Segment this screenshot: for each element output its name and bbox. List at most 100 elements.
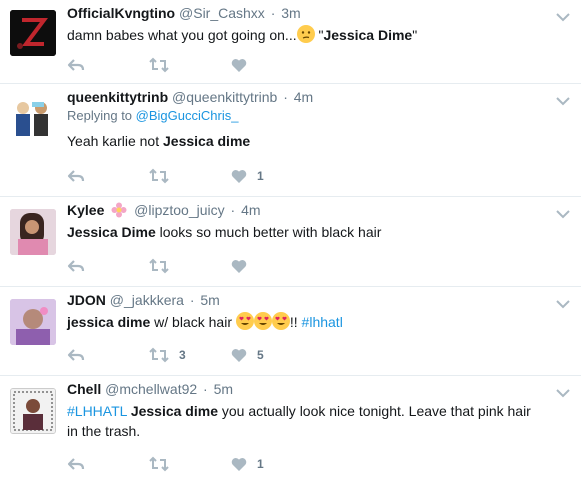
timestamp[interactable]: 5m (214, 381, 233, 397)
tweet-actions (67, 55, 267, 75)
reply-icon (67, 260, 85, 272)
tweet-text: jessica dime w/ black hair !! #lhhatl (67, 312, 545, 332)
retweet-button[interactable] (149, 55, 169, 75)
tweet-feed: OfficialKvngtino @Sir_Cashxx · 3m damn b… (0, 0, 581, 481)
tweet-actions (67, 256, 267, 276)
tweet-text: Yeah karlie not Jessica dime (67, 131, 545, 151)
retweet-icon (149, 258, 169, 274)
tweet-text: damn babes what you got going on... "Jes… (67, 25, 545, 45)
replying-to-handle[interactable]: @BigGucciChris_ (136, 108, 239, 123)
like-button[interactable]: 1 (231, 454, 264, 474)
tweet-header: JDON @_jakkkera · 5m (67, 291, 545, 309)
flower-icon (111, 202, 127, 218)
search-term: Jessica dime (130, 403, 218, 419)
username[interactable]: @_jakkkera (110, 292, 184, 308)
tweet-header: queenkittytrinb @queenkittytrinb · 4m (67, 88, 545, 106)
username[interactable]: @mchellwat92 (105, 381, 197, 397)
timestamp[interactable]: 5m (200, 292, 219, 308)
timestamp[interactable]: 4m (241, 202, 260, 218)
search-term: Jessica Dime (323, 27, 413, 43)
tweet-header: OfficialKvngtino @Sir_Cashxx · 3m (67, 4, 545, 22)
username[interactable]: @Sir_Cashxx (179, 5, 265, 21)
avatar[interactable] (10, 388, 56, 434)
text-segment: damn babes what you got going on... (67, 27, 297, 43)
display-name[interactable]: OfficialKvngtino (67, 5, 175, 21)
like-button[interactable]: 1 (231, 166, 264, 186)
chevron-down-icon[interactable] (555, 10, 571, 22)
reply-button[interactable] (67, 166, 85, 186)
avatar[interactable] (10, 209, 56, 255)
tweet-actions: 1 (67, 166, 287, 186)
display-name[interactable]: Kylee (67, 202, 104, 218)
search-term: jessica dime (67, 314, 151, 330)
like-count: 1 (257, 169, 264, 183)
like-button[interactable] (231, 55, 247, 75)
chevron-down-icon[interactable] (555, 386, 571, 398)
heart-eyes-icon (271, 312, 290, 330)
retweet-icon (149, 168, 169, 184)
tweet-actions: 3 5 (67, 345, 287, 365)
text-segment: !! (289, 314, 302, 330)
like-count: 5 (257, 348, 264, 362)
separator: · (203, 381, 208, 397)
like-button[interactable]: 5 (231, 345, 264, 365)
retweet-button[interactable] (149, 454, 169, 474)
retweet-count: 3 (179, 348, 186, 362)
reply-button[interactable] (67, 345, 85, 365)
reply-button[interactable] (67, 55, 85, 75)
heart-eyes-icon (235, 312, 254, 330)
display-name[interactable]: Chell (67, 381, 101, 397)
text-segment: w/ black hair (150, 314, 236, 330)
heart-icon (231, 259, 247, 273)
chevron-down-icon[interactable] (555, 94, 571, 106)
reply-button[interactable] (67, 256, 85, 276)
avatar[interactable] (10, 94, 56, 140)
separator: · (270, 5, 276, 21)
separator: · (283, 89, 288, 105)
timestamp[interactable]: 4m (294, 89, 313, 105)
retweet-icon (149, 456, 169, 472)
tweet[interactable]: JDON @_jakkkera · 5m jessica dime w/ bla… (0, 287, 581, 376)
separator: · (230, 202, 236, 218)
tweet[interactable]: Chell @mchellwat92 · 5m #LHHATL Jessica … (0, 376, 581, 481)
search-term: Jessica Dime (67, 224, 156, 240)
heart-eyes-icon (253, 312, 272, 330)
heart-icon (231, 348, 247, 362)
like-button[interactable] (231, 256, 247, 276)
reply-button[interactable] (67, 454, 85, 474)
avatar[interactable] (10, 299, 56, 345)
timestamp[interactable]: 3m (281, 5, 300, 21)
separator: · (189, 292, 195, 308)
display-name[interactable]: queenkittytrinb (67, 89, 168, 105)
reply-icon (67, 349, 85, 361)
tweet-text: #LHHATL Jessica dime you actually look n… (67, 401, 545, 441)
chevron-down-icon[interactable] (555, 207, 571, 219)
reply-icon (67, 170, 85, 182)
tweet[interactable]: Kylee @lipztoo_juicy · 4m Jessica Dime l… (0, 197, 581, 287)
avatar[interactable] (10, 10, 56, 56)
username[interactable]: @lipztoo_juicy (134, 202, 224, 218)
text-segment: looks so much better with black hair (155, 224, 382, 240)
hashtag-link[interactable]: #LHHATL (67, 403, 127, 419)
display-name[interactable]: JDON (67, 292, 106, 308)
retweet-button[interactable] (149, 256, 169, 276)
like-count: 1 (257, 457, 264, 471)
retweet-icon (149, 57, 169, 73)
retweet-icon (149, 347, 169, 363)
retweet-button[interactable]: 3 (149, 345, 186, 365)
chevron-down-icon[interactable] (555, 297, 571, 309)
tweet-actions: 1 (67, 454, 287, 474)
replying-to-label: Replying to (67, 108, 136, 123)
confused-face-icon (296, 25, 315, 43)
username[interactable]: @queenkittytrinb (172, 89, 277, 105)
reply-icon (67, 59, 85, 71)
text-segment: Yeah karlie not (67, 133, 163, 149)
hashtag-link[interactable]: #lhhatl (302, 314, 343, 330)
reply-icon (67, 458, 85, 470)
tweet[interactable]: OfficialKvngtino @Sir_Cashxx · 3m damn b… (0, 0, 581, 84)
heart-icon (231, 457, 247, 471)
replying-to: Replying to @BigGucciChris_ (67, 107, 545, 125)
tweet-header: Chell @mchellwat92 · 5m (67, 380, 545, 398)
retweet-button[interactable] (149, 166, 169, 186)
tweet[interactable]: queenkittytrinb @queenkittytrinb · 4m Re… (0, 84, 581, 197)
